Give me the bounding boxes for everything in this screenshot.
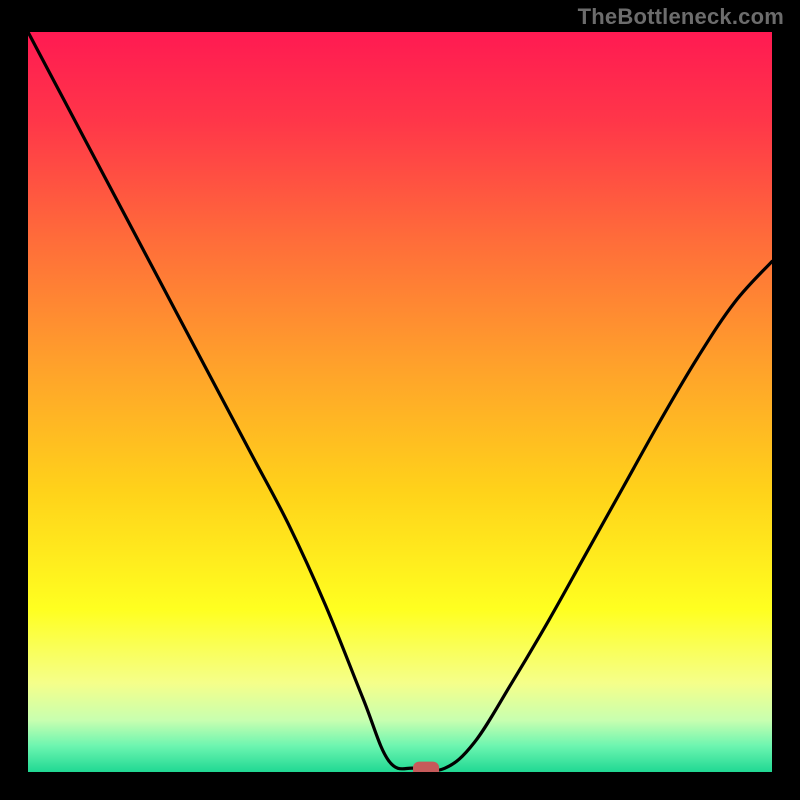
gradient-background bbox=[28, 32, 772, 772]
min-marker bbox=[413, 762, 439, 772]
chart-frame: TheBottleneck.com bbox=[0, 0, 800, 800]
watermark-label: TheBottleneck.com bbox=[578, 4, 784, 30]
chart-svg bbox=[28, 32, 772, 772]
plot-area bbox=[28, 32, 772, 772]
